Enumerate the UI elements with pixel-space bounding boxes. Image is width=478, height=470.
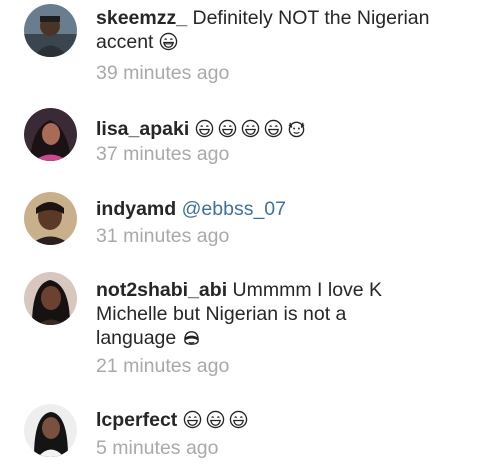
grinning-face-icon: [218, 119, 237, 138]
comment-item: indyamd @ebbss_07 31 minutes ago: [0, 180, 478, 268]
mention-link[interactable]: @ebbss_07: [182, 198, 286, 220]
comment-item: not2shabi_abi Ummmm I love K Michelle bu…: [0, 268, 478, 398]
comment-item: lcperfect 5 minutes ago: [0, 398, 478, 470]
comment-timestamp: 39 minutes ago: [96, 62, 230, 84]
avatar[interactable]: [24, 4, 77, 57]
see-no-evil-monkey-icon: [182, 328, 201, 347]
avatar[interactable]: [24, 108, 77, 161]
comment-timestamp: 37 minutes ago: [96, 143, 230, 165]
comment-text: Ummmm I love K: [232, 279, 383, 301]
comment-text: language: [96, 327, 177, 349]
comment-username[interactable]: not2shabi_abi: [96, 279, 227, 301]
comment-username[interactable]: indyamd: [96, 198, 176, 220]
grinning-face-icon: [229, 410, 248, 429]
face-with-hands-icon: [287, 119, 306, 138]
comment-item: skeemzz_ Definitely NOT the Nigerian acc…: [0, 0, 478, 92]
comment-timestamp: 21 minutes ago: [96, 355, 230, 377]
comment-username[interactable]: lisa_apaki: [96, 118, 189, 140]
grinning-face-icon: [264, 119, 283, 138]
grinning-face-icon: [195, 119, 214, 138]
grinning-face-icon: [206, 410, 225, 429]
avatar[interactable]: [24, 272, 77, 325]
grinning-face-icon: [159, 32, 178, 51]
grinning-face-icon: [183, 410, 202, 429]
comment-text: Michelle but Nigerian is not a: [96, 303, 347, 325]
comment-timestamp: 31 minutes ago: [96, 225, 230, 247]
comment-item: lisa_apaki 37 minutes ago: [0, 92, 478, 180]
comment-username[interactable]: skeemzz_: [96, 7, 187, 29]
avatar[interactable]: [24, 192, 77, 245]
avatar[interactable]: [24, 404, 77, 457]
comment-username[interactable]: lcperfect: [96, 409, 177, 431]
grinning-face-icon: [241, 119, 260, 138]
comment-timestamp: 5 minutes ago: [96, 437, 219, 459]
